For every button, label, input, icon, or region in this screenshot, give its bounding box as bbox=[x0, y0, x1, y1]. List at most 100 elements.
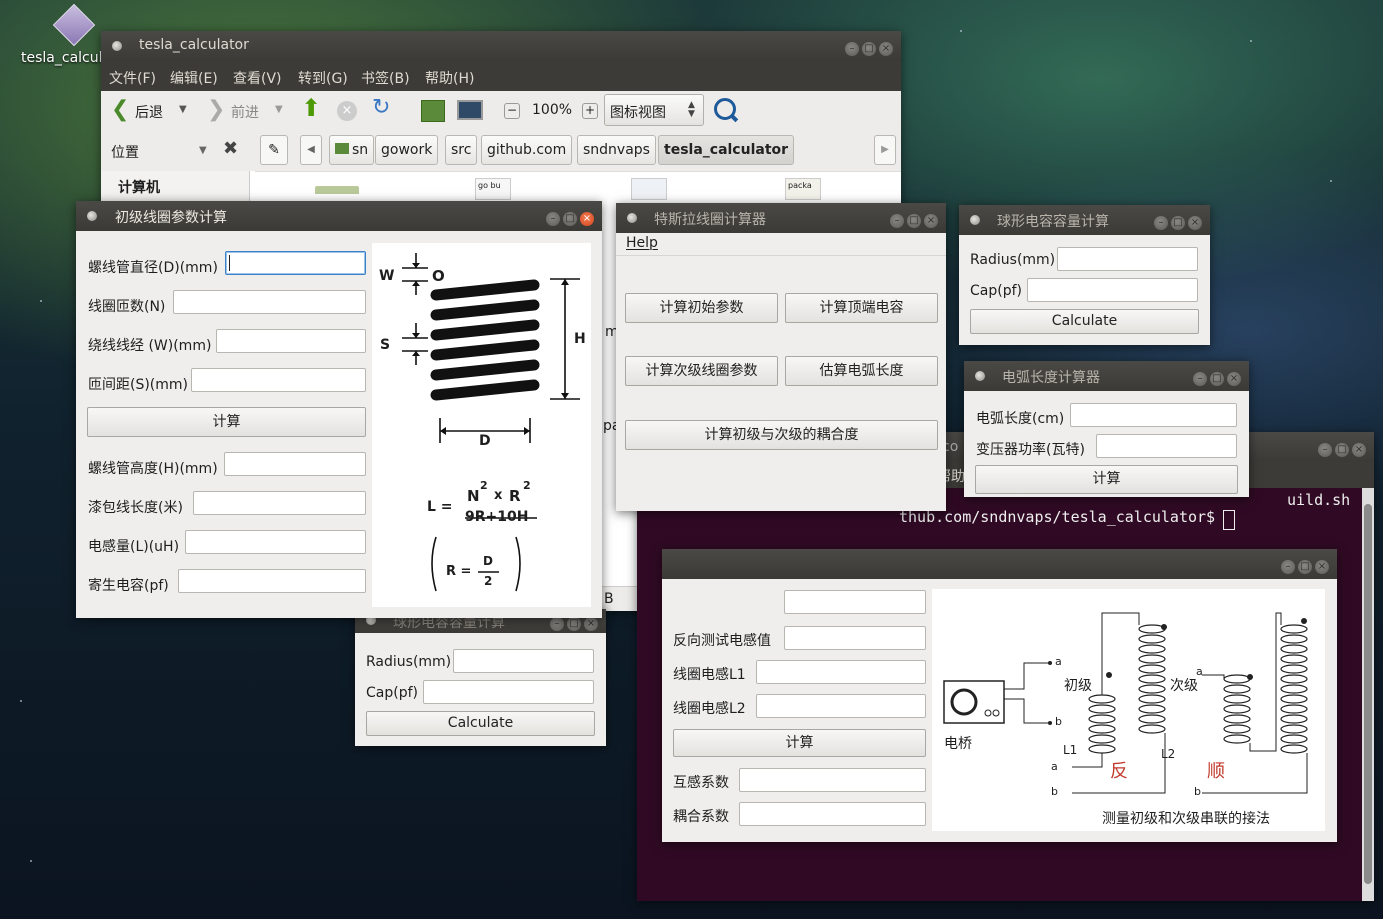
desktop-icon-tesla-calculator[interactable] bbox=[52, 3, 96, 47]
reload-icon[interactable]: ↻ bbox=[372, 95, 390, 120]
close-icon[interactable]: × bbox=[1352, 443, 1366, 457]
menu-help[interactable]: 帮助(H) bbox=[425, 68, 474, 88]
menu-edit[interactable]: 编辑(E) bbox=[170, 68, 218, 88]
coupling-calculate-button[interactable]: 计算 bbox=[673, 729, 926, 757]
coupling-top-input[interactable] bbox=[784, 590, 926, 614]
window-menu-icon[interactable] bbox=[975, 371, 985, 381]
inductance-output[interactable] bbox=[185, 530, 366, 554]
terminal-scrollbar[interactable] bbox=[1362, 488, 1374, 901]
window-menu-icon[interactable] bbox=[970, 215, 980, 225]
stop-icon[interactable]: × bbox=[337, 101, 357, 121]
window-menu-icon[interactable] bbox=[627, 213, 637, 223]
minimize-icon[interactable]: – bbox=[1154, 216, 1168, 230]
desktop-icon-label[interactable]: tesla_calcul bbox=[21, 50, 103, 66]
scrollbar-thumb[interactable] bbox=[1364, 504, 1372, 884]
close-location-icon[interactable]: ✖ bbox=[223, 138, 238, 159]
sphere-cap-top-titlebar[interactable]: 球形电容容量计算 – □ × bbox=[959, 205, 1210, 235]
menu-view[interactable]: 查看(V) bbox=[233, 68, 282, 88]
back-button-label[interactable]: 后退 bbox=[135, 102, 163, 122]
turn-spacing-input[interactable] bbox=[191, 368, 366, 392]
forward-dropdown-icon[interactable]: ▼ bbox=[275, 104, 283, 115]
location-dropdown-icon[interactable]: ▼ bbox=[199, 145, 207, 156]
minimize-icon[interactable]: – bbox=[546, 212, 560, 226]
breadcrumb-gowork[interactable]: gowork bbox=[375, 135, 439, 165]
menu-file[interactable]: 文件(F) bbox=[109, 68, 156, 88]
cap-input[interactable] bbox=[423, 680, 594, 704]
close-icon[interactable]: × bbox=[879, 42, 893, 56]
folder-icon[interactable] bbox=[315, 186, 359, 194]
zoom-out-icon[interactable]: − bbox=[504, 103, 520, 119]
calc-secondary-coil-button[interactable]: 计算次级线圈参数 bbox=[625, 356, 778, 386]
forward-arrow-icon[interactable]: ❯ bbox=[207, 97, 225, 122]
arc-length-titlebar[interactable]: 电弧长度计算器 – □ × bbox=[964, 361, 1249, 391]
minimize-icon[interactable]: – bbox=[1193, 372, 1207, 386]
breadcrumb-left-icon[interactable]: ◀ bbox=[300, 135, 322, 165]
solenoid-height-output[interactable] bbox=[224, 452, 366, 476]
minimize-icon[interactable]: – bbox=[845, 42, 859, 56]
turns-input[interactable] bbox=[173, 290, 366, 314]
home-icon[interactable] bbox=[421, 100, 445, 122]
arc-calculate-button[interactable]: 计算 bbox=[975, 465, 1238, 494]
radius-input[interactable] bbox=[453, 649, 594, 673]
up-arrow-icon[interactable]: ⬆ bbox=[301, 94, 321, 122]
minimize-icon[interactable]: – bbox=[1281, 560, 1295, 574]
view-mode-select[interactable]: 图标视图 ▲ ▼ bbox=[604, 94, 704, 126]
coupling-titlebar[interactable]: – □ × bbox=[662, 549, 1337, 579]
maximize-icon[interactable]: □ bbox=[567, 617, 581, 631]
tesla-main-titlebar[interactable]: 特斯拉线圈计算器 – □ × bbox=[616, 203, 946, 233]
document-icon[interactable] bbox=[631, 178, 667, 200]
close-icon[interactable]: × bbox=[1227, 372, 1241, 386]
back-dropdown-icon[interactable]: ▼ bbox=[179, 104, 187, 115]
calc-coupling-button[interactable]: 计算初级与次级的耦合度 bbox=[625, 420, 938, 450]
calculate-button[interactable]: Calculate bbox=[366, 711, 595, 736]
file-icon[interactable]: go bu bbox=[475, 178, 511, 200]
parasitic-cap-output[interactable] bbox=[178, 569, 366, 593]
calc-top-capacitance-button[interactable]: 计算顶端电容 bbox=[785, 293, 938, 323]
edit-location-icon[interactable]: ✎ bbox=[260, 135, 288, 165]
breadcrumb-sn[interactable]: sn bbox=[329, 135, 375, 165]
minimize-icon[interactable]: – bbox=[890, 214, 904, 228]
breadcrumb-tesla-calculator[interactable]: tesla_calculator bbox=[658, 135, 795, 165]
coil-l2-input[interactable] bbox=[756, 694, 926, 718]
wire-diameter-input[interactable] bbox=[216, 329, 366, 353]
calculate-button[interactable]: Calculate bbox=[970, 309, 1199, 334]
menu-go[interactable]: 转到(G) bbox=[298, 68, 348, 88]
close-icon[interactable]: × bbox=[924, 214, 938, 228]
primary-calculate-button[interactable]: 计算 bbox=[87, 407, 366, 437]
zoom-in-icon[interactable]: + bbox=[582, 103, 598, 119]
minimize-icon[interactable]: – bbox=[550, 617, 564, 631]
breadcrumb-src[interactable]: src bbox=[445, 135, 478, 165]
cap-input[interactable] bbox=[1027, 278, 1198, 302]
menu-help[interactable]: Help bbox=[626, 235, 658, 251]
arc-length-input[interactable] bbox=[1070, 403, 1237, 427]
maximize-icon[interactable]: □ bbox=[907, 214, 921, 228]
close-icon[interactable]: × bbox=[1315, 560, 1329, 574]
computer-icon[interactable] bbox=[457, 100, 483, 120]
maximize-icon[interactable]: □ bbox=[1335, 443, 1349, 457]
primary-coil-titlebar[interactable]: 初级线圈参数计算 – □ × bbox=[76, 201, 602, 231]
maximize-icon[interactable]: □ bbox=[862, 42, 876, 56]
coupling-coefficient-output[interactable] bbox=[739, 802, 926, 826]
breadcrumb-github[interactable]: github.com bbox=[481, 135, 573, 165]
back-arrow-icon[interactable]: ❮ bbox=[111, 97, 129, 122]
solenoid-diameter-input[interactable] bbox=[225, 251, 366, 275]
calc-initial-params-button[interactable]: 计算初始参数 bbox=[625, 293, 778, 323]
breadcrumb-right-icon[interactable]: ▶ bbox=[874, 135, 896, 165]
reverse-inductance-input[interactable] bbox=[784, 626, 926, 650]
forward-button-label[interactable]: 前进 bbox=[231, 102, 259, 122]
close-icon[interactable]: × bbox=[580, 212, 594, 226]
transformer-power-input[interactable] bbox=[1096, 434, 1237, 458]
minimize-icon[interactable]: – bbox=[1318, 443, 1332, 457]
estimate-arc-length-button[interactable]: 估算电弧长度 bbox=[785, 356, 938, 386]
close-icon[interactable]: × bbox=[584, 617, 598, 631]
mutual-inductance-output[interactable] bbox=[739, 768, 926, 792]
menu-bookmarks[interactable]: 书签(B) bbox=[361, 68, 410, 88]
package-icon[interactable]: packa bbox=[785, 178, 821, 200]
coil-l1-input[interactable] bbox=[756, 660, 926, 684]
maximize-icon[interactable]: □ bbox=[563, 212, 577, 226]
window-menu-icon[interactable] bbox=[87, 211, 97, 221]
window-menu-icon[interactable] bbox=[112, 41, 122, 51]
close-icon[interactable]: × bbox=[1188, 216, 1202, 230]
radius-input[interactable] bbox=[1057, 247, 1198, 271]
wire-length-output[interactable] bbox=[193, 491, 366, 515]
